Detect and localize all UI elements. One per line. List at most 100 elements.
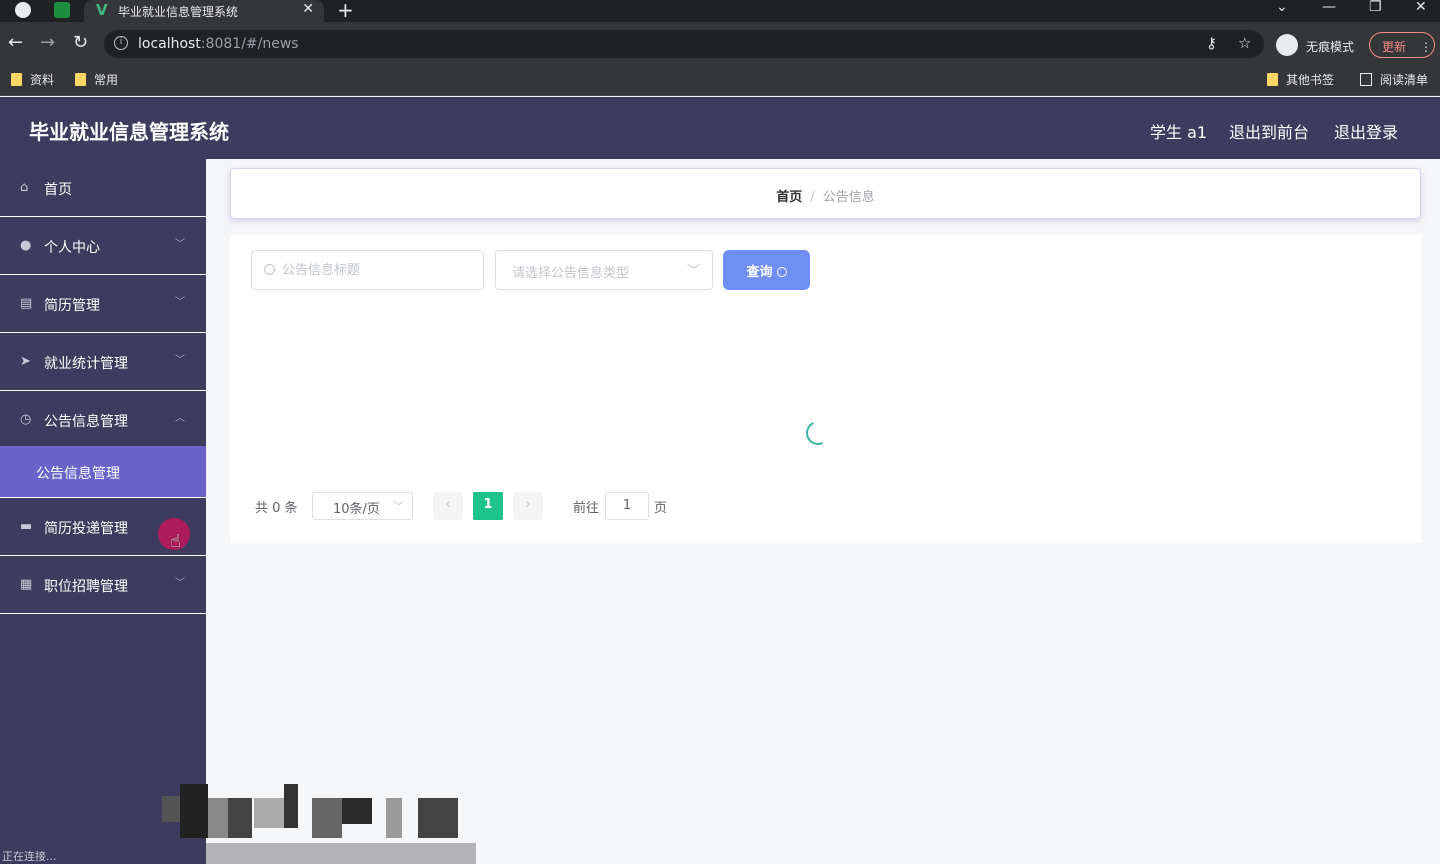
info-icon[interactable]: i [114,36,128,50]
mosaic-block [228,798,252,838]
update-button[interactable]: 更新 ⋮ [1369,32,1435,58]
type-select[interactable]: 请选择公告信息类型 ﹀ [495,250,713,290]
browser-tab-bar: V 毕业就业信息管理系统 ✕ + ⌄ — ❐ ✕ [0,0,1440,22]
sidebar-item-home[interactable]: ⌂ 首页 [0,159,206,217]
address-bar: ← → ↻ i localhost:8081/#/news ⚷ ☆ 无痕模式 更… [0,22,1440,66]
document-icon: ▤ [20,296,33,311]
incognito-label: 无痕模式 [1306,40,1355,54]
sidebar-item-profile[interactable]: ● 个人中心 ﹀ [0,217,206,275]
chevron-down-icon: ﹀ [175,578,185,589]
sidebar-item-label: 公告信息管理 [44,414,128,430]
chevron-down-icon: ﹀ [175,239,185,250]
mosaic-block [418,798,458,838]
next-page-button[interactable]: › [513,492,543,520]
content-card: 请选择公告信息类型 ﹀ 查询 共 0 条 10条/页 ﹀ ‹ 1 › 前往 1 … [230,235,1421,543]
pagination-total: 共 0 条 [255,501,298,516]
browser-tab-active[interactable]: V 毕业就业信息管理系统 ✕ [84,0,324,22]
url-field[interactable]: i localhost:8081/#/news ⚷ ☆ [104,30,1264,58]
goto-label: 前往 [573,501,600,516]
browser-status-bar: 正在连接... [0,843,206,864]
chevron-down-icon: ﹀ [686,264,700,279]
mosaic-block [386,798,402,838]
star-icon[interactable]: ☆ [1238,34,1251,52]
folder-icon [75,73,86,86]
breadcrumb-separator: / [810,190,815,205]
restore-icon[interactable]: ❐ [1369,0,1382,15]
home-icon: ⌂ [20,180,29,195]
clock-icon: ◷ [20,412,32,427]
folder-icon [11,73,22,86]
vue-logo-icon: V [96,1,108,19]
bookmarks-bar: 资料 常用 其他书签 阅读清单 [0,66,1440,96]
title-search-field[interactable] [251,250,484,290]
prev-page-button[interactable]: ‹ [433,492,463,520]
url-text: localhost:8081/#/news [138,36,299,52]
mosaic-block [312,798,342,838]
submenu-label: 公告信息管理 [36,466,120,482]
chevron-down-icon: ﹀ [175,355,185,366]
mosaic-block [208,798,228,838]
logout-link[interactable]: 退出登录 [1334,119,1398,143]
sidebar-item-announcements[interactable]: ◷ 公告信息管理 ︿ [0,391,206,449]
sidebar-item-label: 首页 [44,182,72,198]
title-search-input[interactable] [282,260,477,280]
breadcrumb-home[interactable]: 首页 [776,190,802,205]
sheet-tab-icon[interactable] [54,2,70,18]
user-label: 学生 a1 [1150,123,1208,142]
close-icon[interactable]: ✕ [302,1,314,17]
bookmark-folder[interactable]: 常用 [75,71,118,88]
globe-icon[interactable] [15,2,31,18]
chevron-down-icon: ﹀ [175,297,185,308]
page-size-value: 10条/页 [333,502,380,517]
window-close-icon[interactable]: ✕ [1415,0,1427,15]
bookmark-folder[interactable]: 资料 [11,71,54,88]
user-icon: ● [20,238,32,253]
new-tab-icon[interactable]: + [337,0,354,22]
pixelated-overlay [162,784,458,838]
mosaic-block [180,784,208,838]
sidebar-item-label: 简历管理 [44,298,100,314]
reading-list[interactable]: 阅读清单 [1360,71,1428,88]
mosaic-block [162,796,180,822]
query-button-label: 查询 [746,265,773,280]
mosaic-block [284,784,298,828]
search-icon [264,264,275,275]
breadcrumb-current: 公告信息 [822,190,875,205]
back-icon[interactable]: ← [8,32,23,53]
page-size-select[interactable]: 10条/页 ﹀ [312,492,413,520]
reload-icon[interactable]: ↻ [73,32,88,53]
sidebar: ⌂ 首页 ● 个人中心 ﹀ ▤ 简历管理 ﹀ ➤ 就业统计管理 ﹀ ◷ 公告信息… [0,159,206,864]
sidebar-item-resume[interactable]: ▤ 简历管理 ﹀ [0,275,206,333]
sidebar-item-label: 就业统计管理 [44,356,128,372]
reading-list-icon [1360,73,1372,86]
minimize-icon[interactable]: — [1322,0,1336,15]
sidebar-item-label: 简历投递管理 [44,521,128,537]
back-to-front-link[interactable]: 退出到前台 [1229,119,1309,143]
mosaic-block [254,798,284,828]
folder-icon [1267,73,1278,86]
chevron-down-icon: ﹀ [393,500,404,513]
sidebar-item-employment-stats[interactable]: ➤ 就业统计管理 ﹀ [0,333,206,391]
loading-spinner-icon [802,417,834,449]
sidebar-item-label: 个人中心 [44,240,100,256]
chevron-up-icon: ︿ [175,413,185,424]
app-header: 毕业就业信息管理系统 学生 a1 退出到前台 退出登录 [0,97,1440,159]
incognito-icon[interactable] [1276,34,1298,56]
hand-cursor-icon: ☝ [170,531,181,552]
key-icon[interactable]: ⚷ [1206,34,1217,52]
search-icon [776,267,787,277]
forward-icon[interactable]: → [40,32,55,53]
pagination: 共 0 条 10条/页 ﹀ ‹ 1 › 前往 1 页 [230,492,830,520]
other-bookmarks[interactable]: 其他书签 [1267,71,1334,88]
type-select-placeholder: 请选择公告信息类型 [512,266,630,281]
tab-title: 毕业就业信息管理系统 [118,5,239,19]
briefcase-icon: ▬ [20,519,33,534]
grid-icon: ▦ [20,577,33,592]
page-number-button[interactable]: 1 [473,492,503,520]
submenu-item-announcements[interactable]: 公告信息管理 [0,446,206,498]
sidebar-item-job-recruitment[interactable]: ▦ 职位招聘管理 ﹀ [0,556,206,614]
query-button[interactable]: 查询 [723,250,810,290]
goto-page-input[interactable]: 1 [605,492,649,520]
breadcrumb: 首页 / 公告信息 [230,168,1421,219]
chevron-down-icon[interactable]: ⌄ [1276,0,1288,15]
